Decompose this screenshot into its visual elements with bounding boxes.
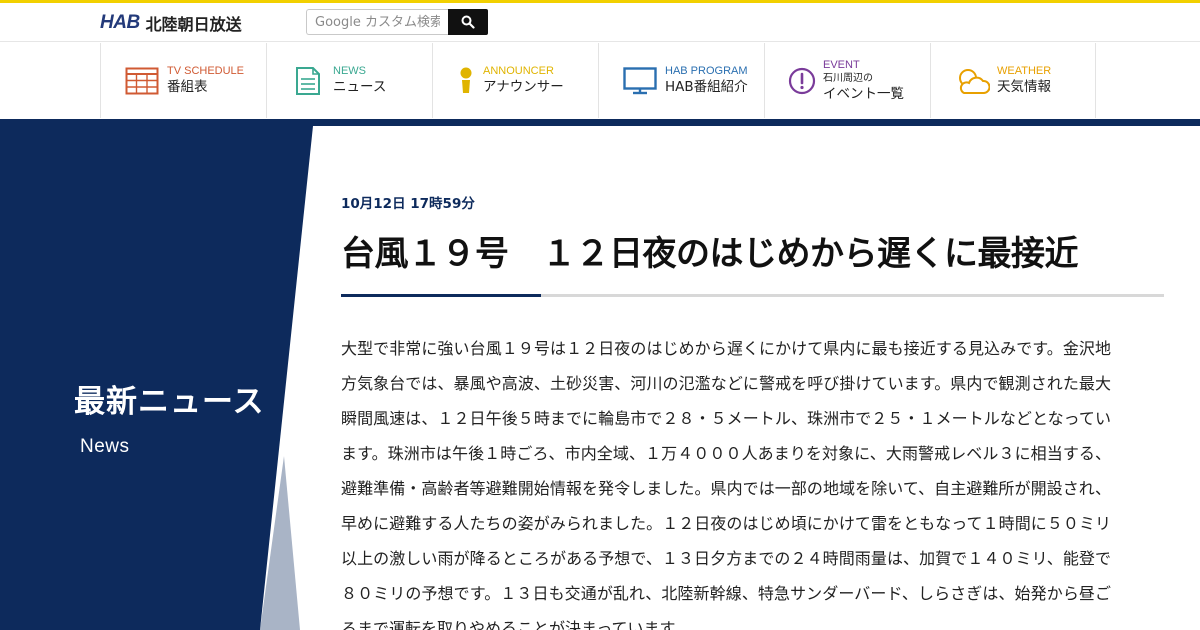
nav-item-event[interactable]: EVENT 石川周辺の イベント一覧 xyxy=(764,43,930,118)
nav-en-label: EVENT xyxy=(823,58,860,71)
document-icon xyxy=(296,66,320,95)
nav-item-announcer[interactable]: ANNOUNCER アナウンサー xyxy=(432,43,598,118)
nav-ja-label: アナウンサー xyxy=(483,79,564,95)
section-sidebar: 最新ニュース News xyxy=(0,126,320,630)
site-header: HAB 北陸朝日放送 xyxy=(0,3,1200,41)
nav-ja-label: 番組表 xyxy=(167,79,208,95)
article-body: 大型で非常に強い台風１９号は１２日夜のはじめから遅くにかけて県内に最も接近する見… xyxy=(341,339,1111,630)
headline-rule-accent xyxy=(341,294,541,297)
logo-mark: HAB xyxy=(100,12,140,33)
nav-item-hab-program[interactable]: HAB PROGRAM HAB番組紹介 xyxy=(598,43,764,118)
calendar-grid-icon xyxy=(125,67,159,94)
search-input[interactable] xyxy=(307,10,448,34)
sidebar-title: 最新ニュース xyxy=(74,384,265,420)
nav-en-label: ANNOUNCER xyxy=(483,65,554,77)
nav-en-label: WEATHER xyxy=(997,65,1052,77)
nav-item-weather[interactable]: WEATHER 天気情報 xyxy=(930,43,1096,118)
exclamation-circle-icon xyxy=(788,67,816,94)
nav-en-label: HAB PROGRAM xyxy=(665,65,748,77)
nav-sub-label: 石川周辺の xyxy=(823,72,873,84)
search-button[interactable] xyxy=(448,9,488,35)
nav-item-news[interactable]: NEWS ニュース xyxy=(266,43,432,118)
nav-ja-label: ニュース xyxy=(333,79,387,95)
sidebar-subtitle: News xyxy=(80,436,130,457)
search-icon xyxy=(461,15,475,29)
header-divider xyxy=(0,119,1200,126)
nav-en-label: TV SCHEDULE xyxy=(167,65,245,77)
article-date: 10月12日 17時59分 xyxy=(341,196,475,212)
site-logo[interactable]: HAB 北陸朝日放送 xyxy=(100,12,242,34)
nav-ja-label: HAB番組紹介 xyxy=(665,79,748,95)
monitor-icon xyxy=(623,66,657,94)
article-headline: 台風１９号 １２日夜のはじめから遅くに最接近 xyxy=(341,234,1079,274)
global-nav: TV SCHEDULE 番組表 NEWS ニュース ANNOUNCER アナウン… xyxy=(0,41,1200,119)
nav-ja-label: 天気情報 xyxy=(997,79,1051,95)
sun-cloud-icon xyxy=(959,68,990,94)
nav-item-tv-schedule[interactable]: TV SCHEDULE 番組表 xyxy=(100,43,266,118)
search-box xyxy=(306,9,448,35)
logo-name: 北陸朝日放送 xyxy=(145,15,242,34)
nav-ja-label: イベント一覧 xyxy=(823,85,904,102)
person-icon xyxy=(460,67,472,93)
nav-en-label: NEWS xyxy=(333,65,366,77)
